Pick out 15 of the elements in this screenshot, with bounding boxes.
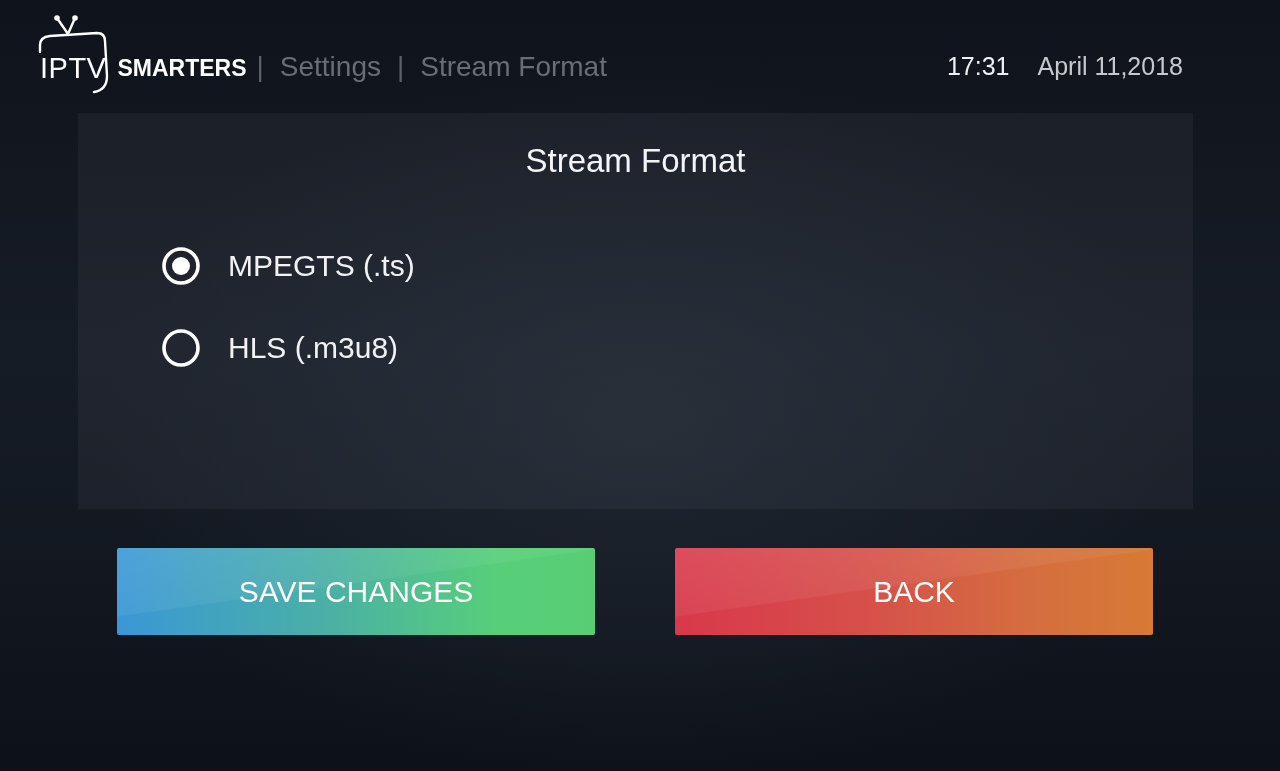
back-button[interactable]: BACK (675, 548, 1153, 635)
option-label[interactable]: HLS (.m3u8) (228, 331, 399, 365)
breadcrumb-separator: | (397, 50, 405, 83)
option-label[interactable]: MPEGTS (.ts) (228, 249, 415, 283)
breadcrumb-item: Settings (279, 50, 381, 83)
clock-time: 17:31 (946, 52, 1010, 81)
breadcrumb-item: Stream Format (420, 50, 607, 83)
date-text: April 11,2018 (1037, 52, 1183, 81)
logo-text: SMARTERS (117, 55, 247, 82)
panel-title: Stream Format (524, 142, 747, 180)
logo-text: IPTV (40, 52, 107, 85)
breadcrumb-separator: | (256, 50, 264, 83)
tv-logo-icon (37, 14, 109, 94)
radio-button[interactable] (162, 247, 200, 285)
radio-button[interactable] (162, 329, 200, 367)
